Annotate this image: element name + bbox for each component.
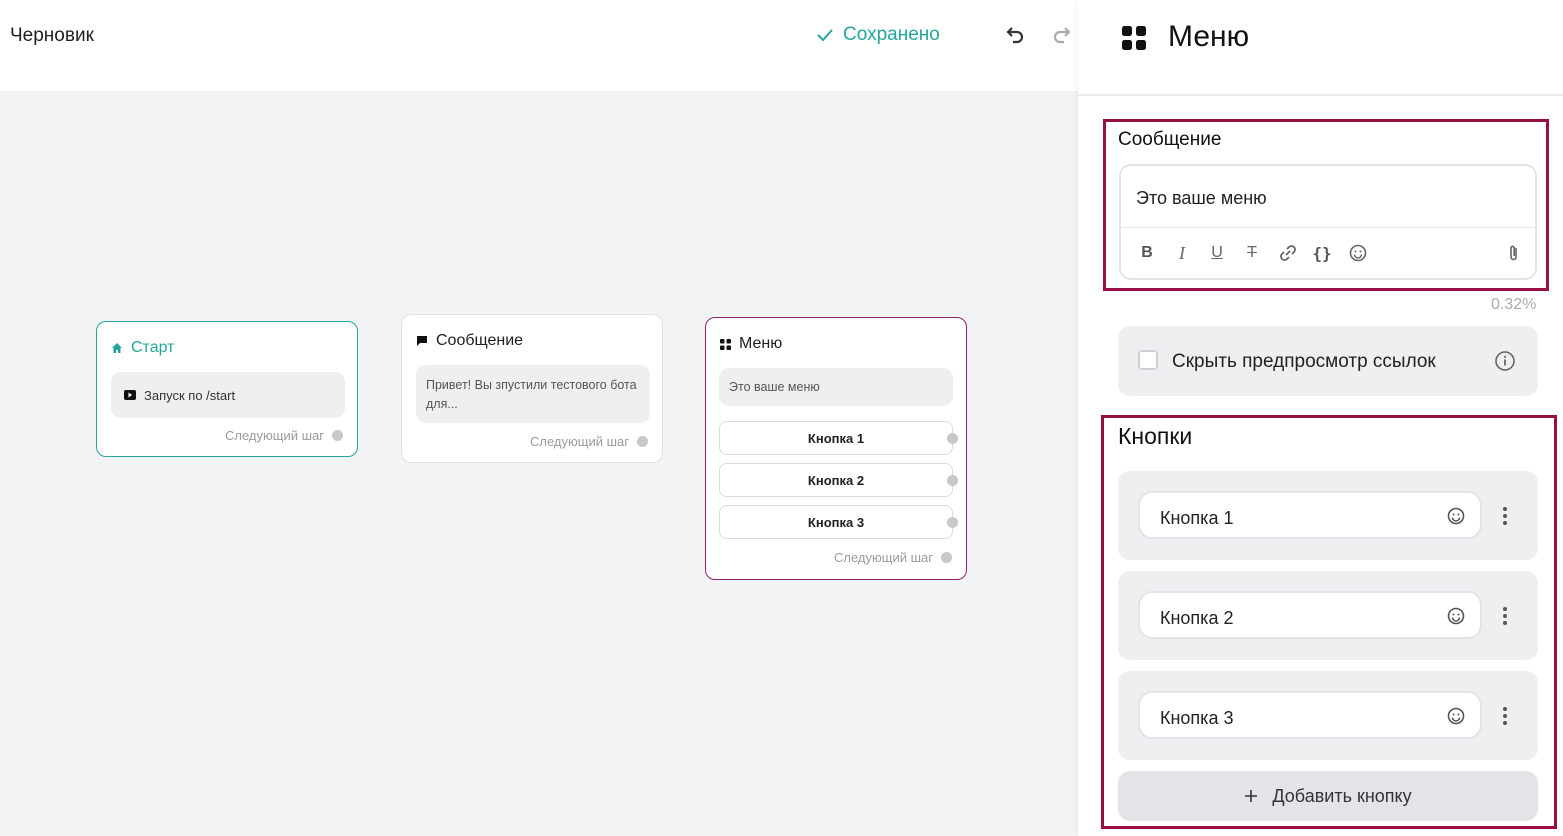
draft-title: Черновик — [10, 25, 94, 46]
button-name-input[interactable]: Кнопка 1 — [1138, 491, 1482, 539]
button-name-input[interactable]: Кнопка 2 — [1138, 591, 1482, 639]
next-step[interactable]: Следующий шаг — [530, 434, 648, 449]
button-name-value: Кнопка 2 — [1160, 608, 1234, 628]
redo-icon[interactable] — [1051, 24, 1073, 46]
button-name-value: Кнопка 3 — [1160, 708, 1234, 728]
editor-divider — [1121, 227, 1535, 228]
connector-dot[interactable] — [332, 430, 343, 441]
more-options-icon[interactable] — [1500, 705, 1510, 727]
italic-icon[interactable]: I — [1171, 242, 1193, 264]
button-name-input[interactable]: Кнопка 3 — [1138, 691, 1482, 739]
top-bar: Черновик Сохранено — [0, 0, 1078, 91]
message-editor[interactable]: Это ваше меню B I U T {} — [1119, 164, 1537, 280]
menu-node[interactable]: Меню Это ваше меню Кнопка 1 Кнопка 2 Кно… — [705, 317, 967, 580]
next-step-label: Следующий шаг — [834, 550, 933, 565]
message-node-preview-text: Привет! Вы зпустили тестового бота для..… — [426, 378, 637, 411]
connector-dot[interactable] — [637, 436, 648, 447]
start-node-label: Старт — [131, 339, 175, 356]
menu-node-button-label: Кнопка 2 — [807, 472, 865, 488]
message-label: Сообщение — [1118, 129, 1222, 150]
menu-node-text-value: Это ваше меню — [729, 380, 820, 394]
start-node[interactable]: Старт Запуск по /start Следующий шаг — [96, 321, 358, 457]
underline-icon[interactable]: U — [1206, 242, 1228, 264]
hide-link-preview-row: Скрыть предпросмотр ссылок — [1118, 326, 1538, 396]
next-step[interactable]: Следующий шаг — [834, 550, 952, 565]
message-node-label: Сообщение — [436, 332, 524, 349]
start-node-title: Старт — [111, 339, 174, 357]
link-icon[interactable] — [1277, 242, 1299, 264]
save-status-label: Сохранено — [843, 24, 940, 45]
start-node-trigger: Запуск по /start — [111, 372, 345, 418]
hide-link-preview-checkbox[interactable] — [1138, 350, 1158, 370]
button-row-3: Кнопка 3 — [1118, 671, 1538, 760]
emoji-icon[interactable] — [1446, 506, 1466, 526]
add-button-label: Добавить кнопку — [1272, 785, 1412, 806]
menu-grid-icon — [720, 338, 731, 350]
message-input[interactable]: Это ваше меню — [1136, 188, 1267, 209]
bold-icon[interactable]: B — [1136, 242, 1158, 264]
button-row-2: Кнопка 2 — [1118, 571, 1538, 660]
start-node-trigger-text: Запуск по /start — [144, 387, 236, 403]
connector-dot[interactable] — [941, 552, 952, 563]
panel-title: Меню — [1168, 20, 1250, 53]
more-options-icon[interactable] — [1500, 505, 1510, 527]
message-node-preview: Привет! Вы зпустили тестового бота для..… — [416, 365, 650, 423]
undo-icon[interactable] — [1004, 24, 1026, 46]
connector-dot[interactable] — [947, 475, 958, 486]
button-row-1: Кнопка 1 — [1118, 471, 1538, 560]
emoji-icon[interactable] — [1446, 706, 1466, 726]
panel-header: Меню — [1078, 0, 1563, 96]
button-name-value: Кнопка 1 — [1160, 508, 1234, 528]
emoji-icon[interactable] — [1446, 606, 1466, 626]
connector-dot[interactable] — [947, 433, 958, 444]
more-options-icon[interactable] — [1500, 605, 1510, 627]
strikethrough-icon[interactable]: T — [1241, 242, 1263, 264]
info-icon[interactable] — [1494, 350, 1516, 372]
save-status: Сохранено — [817, 24, 940, 46]
home-icon — [112, 343, 122, 353]
message-node-title: Сообщение — [416, 332, 523, 350]
menu-node-button-1[interactable]: Кнопка 1 — [719, 421, 958, 455]
menu-node-button-label: Кнопка 3 — [807, 514, 865, 530]
menu-node-button-3[interactable]: Кнопка 3 — [719, 505, 958, 539]
play-icon — [124, 390, 136, 400]
add-button-button[interactable]: Добавить кнопку — [1118, 771, 1538, 821]
next-step[interactable]: Следующий шаг — [225, 428, 343, 443]
hide-link-preview-label[interactable]: Скрыть предпросмотр ссылок — [1172, 351, 1436, 373]
connector-dot[interactable] — [947, 517, 958, 528]
message-icon — [417, 336, 427, 346]
menu-node-button-label: Кнопка 1 — [807, 430, 865, 446]
next-step-label: Следующий шаг — [225, 428, 324, 443]
flow-canvas[interactable]: Старт Запуск по /start Следующий шаг Соо… — [0, 91, 1078, 836]
menu-node-label: Меню — [739, 335, 783, 352]
buttons-label: Кнопки — [1118, 423, 1193, 449]
check-icon — [817, 29, 833, 42]
emoji-icon[interactable] — [1347, 242, 1369, 264]
menu-node-title: Меню — [720, 335, 782, 353]
menu-node-button-2[interactable]: Кнопка 2 — [719, 463, 958, 497]
menu-grid-icon — [1122, 26, 1146, 50]
code-icon[interactable]: {} — [1311, 242, 1333, 264]
menu-node-text: Это ваше меню — [719, 368, 953, 406]
plus-icon — [1245, 790, 1258, 802]
message-node[interactable]: Сообщение Привет! Вы зпустили тестового … — [401, 314, 663, 463]
attach-icon[interactable] — [1503, 242, 1525, 264]
next-step-label: Следующий шаг — [530, 434, 629, 449]
char-usage: 0.32% — [1491, 296, 1537, 313]
